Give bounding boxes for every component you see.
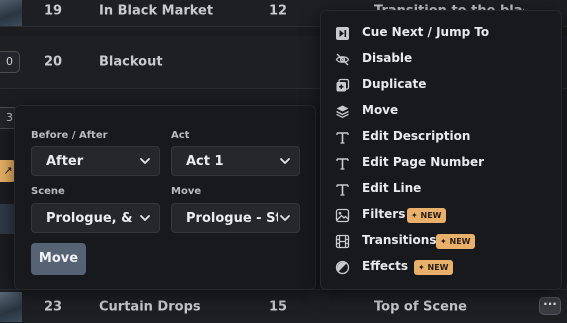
chevron-down-icon <box>140 158 150 164</box>
text-icon <box>336 184 349 196</box>
row-thumbnail <box>0 204 14 234</box>
row-thumbnail <box>0 0 22 26</box>
new-badge-label: NEW <box>449 237 471 246</box>
act-value: Act 1 <box>186 154 224 169</box>
chevron-down-icon <box>140 215 150 221</box>
menu-item-transitions[interactable]: Transitions ✦ NEW <box>321 228 561 254</box>
menu-item-label: Edit Line <box>362 181 422 195</box>
menu-item-edit-description[interactable]: Edit Description <box>321 124 561 150</box>
new-badge-label: NEW <box>420 211 442 220</box>
menu-item-edit-line[interactable]: Edit Line <box>321 176 561 202</box>
context-menu: Cue Next / Jump To Disable Duplicate Mov… <box>320 10 562 290</box>
act-label: Act <box>171 130 190 141</box>
move-button[interactable]: Move <box>31 243 86 275</box>
chevron-down-icon <box>280 215 290 221</box>
move-target-select[interactable]: Prologue - St. <box>171 203 300 233</box>
sparkle-icon: ✦ <box>418 263 425 272</box>
table-row[interactable]: 23 Curtain Drops 15 Top of Scene <box>0 290 567 323</box>
act-select[interactable]: Act 1 <box>171 146 300 176</box>
chevron-down-icon <box>280 158 290 164</box>
film-icon <box>335 234 350 249</box>
menu-item-label: Cue Next / Jump To <box>362 25 490 39</box>
scene-value: Prologue, & Sc <box>46 211 138 226</box>
move-target-value: Prologue - St. <box>186 211 278 226</box>
row-number-badge[interactable]: 0 <box>0 51 20 73</box>
scene-select[interactable]: Prologue, & Sc <box>31 203 160 233</box>
text-icon <box>336 132 349 144</box>
text-icon <box>336 158 349 170</box>
move-cue-panel: Before / After Act After Act 1 Scene Mov… <box>14 105 316 290</box>
cue-name: Blackout <box>99 54 163 70</box>
menu-item-label: Edit Page Number <box>362 155 485 169</box>
menu-item-move[interactable]: Move <box>321 98 561 124</box>
row-more-button[interactable]: ··· <box>539 297 561 315</box>
before-after-select[interactable]: After <box>31 146 160 176</box>
menu-item-label: Effects <box>362 259 409 273</box>
cue-name: In Black Market <box>99 3 214 19</box>
duplicate-icon <box>336 78 350 92</box>
menu-item-label: Move <box>362 103 399 117</box>
sparkle-icon: ✦ <box>440 237 447 246</box>
cue-number: 19 <box>44 3 63 19</box>
menu-item-edit-page-number[interactable]: Edit Page Number <box>321 150 561 176</box>
image-icon <box>335 208 350 223</box>
move-target-label: Move <box>171 186 202 197</box>
effects-icon <box>335 260 350 275</box>
menu-item-duplicate[interactable]: Duplicate <box>321 72 561 98</box>
menu-item-label: Duplicate <box>362 77 427 91</box>
menu-item-disable[interactable]: Disable <box>321 46 561 72</box>
new-badge: ✦ NEW <box>414 260 454 275</box>
new-badge-label: NEW <box>427 263 449 272</box>
row-thumbnail <box>0 292 22 322</box>
menu-item-label: Edit Description <box>362 129 471 143</box>
app-stage: 19 In Black Market 12 Transition to the … <box>0 0 567 323</box>
cue-number: 23 <box>44 299 63 315</box>
cue-page: 12 <box>269 3 288 19</box>
cue-next-icon <box>336 27 349 40</box>
cue-page: 15 <box>269 299 288 315</box>
menu-item-label: Transitions <box>362 233 437 247</box>
sparkle-icon: ✦ <box>411 211 418 220</box>
scene-label: Scene <box>31 186 65 197</box>
menu-item-effects[interactable]: Effects ✦ NEW <box>321 254 561 280</box>
before-after-value: After <box>46 154 84 169</box>
cue-line: Top of Scene <box>374 299 467 315</box>
menu-item-label: Filters <box>362 207 406 221</box>
layers-icon <box>336 105 349 119</box>
new-badge: ✦ NEW <box>436 234 476 249</box>
cue-number: 20 <box>44 54 63 70</box>
menu-item-cue-next[interactable]: Cue Next / Jump To <box>321 20 561 46</box>
menu-item-filters[interactable]: Filters ✦ NEW <box>321 202 561 228</box>
new-badge: ✦ NEW <box>407 208 447 223</box>
before-after-label: Before / After <box>31 130 108 141</box>
cue-name: Curtain Drops <box>99 299 201 315</box>
eye-off-icon <box>335 53 350 66</box>
menu-item-label: Disable <box>362 51 413 65</box>
